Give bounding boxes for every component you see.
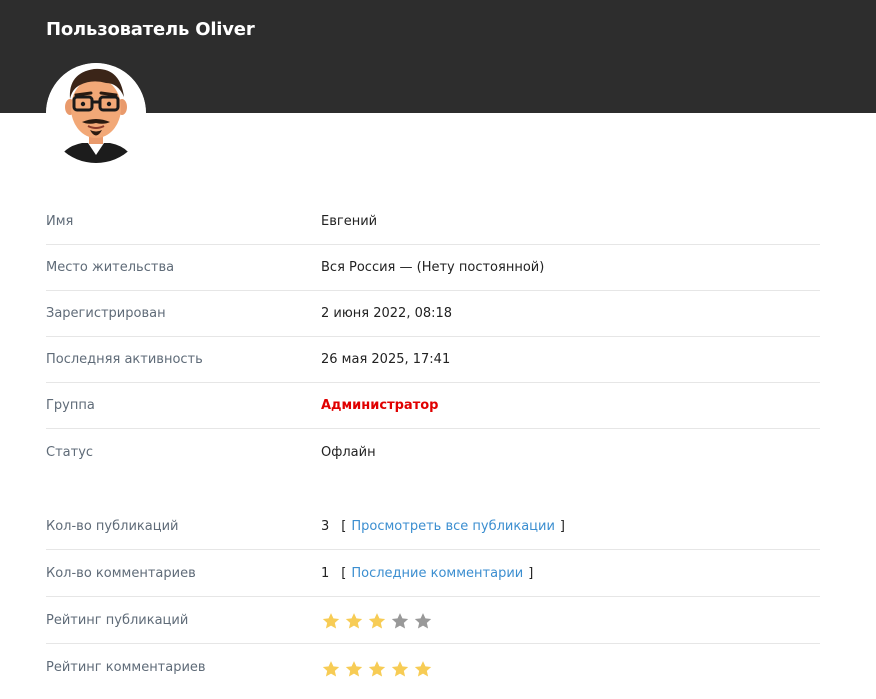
row-label: Группа (46, 398, 95, 413)
row-label: Последняя активность (46, 352, 203, 367)
star-icon (390, 659, 410, 679)
row-label: Рейтинг публикаций (46, 612, 189, 628)
row-label: Кол-во комментариев (46, 565, 196, 581)
row-value: 3 [ Просмотреть все публикации ] (321, 519, 565, 534)
row-value: Вся Россия — (Нету постоянной) (321, 260, 545, 275)
row-value: 2 июня 2022, 08:18 (321, 306, 453, 321)
stats-row-publication-rating: Рейтинг публикаций (46, 597, 820, 644)
row-value: 26 мая 2025, 17:41 (321, 352, 451, 367)
star-icon (321, 659, 341, 679)
latest-comments-link[interactable]: Последние комментарии (351, 566, 523, 581)
stats-row-comment-rating: Рейтинг комментариев (46, 644, 820, 691)
star-icon (367, 659, 387, 679)
profile-info-table: Имя Евгений Место жительства Вся Россия … (46, 199, 820, 475)
row-value: 1 [ Последние комментарии ] (321, 566, 533, 581)
star-icon (413, 659, 433, 679)
row-label: Статус (46, 444, 94, 460)
comments-count: 1 (321, 565, 330, 581)
profile-row-location: Место жительства Вся Россия — (Нету пост… (46, 245, 820, 291)
stats-row-comments: Кол-во комментариев 1 [ Последние коммен… (46, 550, 820, 597)
row-label: Место жительства (46, 260, 175, 275)
profile-row-name: Имя Евгений (46, 199, 820, 245)
profile-row-last-activity: Последняя активность 26 мая 2025, 17:41 (46, 337, 820, 383)
bracket-close: ] (528, 565, 534, 581)
stats-row-publications: Кол-во публикаций 3 [ Просмотреть все пу… (46, 503, 820, 550)
star-icon (344, 659, 364, 679)
row-label: Кол-во публикаций (46, 518, 179, 534)
star-icon (413, 611, 433, 631)
bracket-open: [ (341, 518, 347, 534)
bracket-open: [ (341, 565, 347, 581)
star-icon (344, 611, 364, 631)
bracket-close: ] (559, 518, 565, 534)
profile-row-status: Статус Офлайн (46, 429, 820, 475)
row-label: Рейтинг комментариев (46, 660, 206, 675)
publication-rating-stars (321, 611, 433, 631)
row-label: Имя (46, 214, 74, 229)
publications-count: 3 (321, 518, 330, 534)
star-icon (390, 611, 410, 631)
profile-row-registered: Зарегистрирован 2 июня 2022, 08:18 (46, 291, 820, 337)
star-icon (367, 611, 387, 631)
profile-row-group: Группа Администратор (46, 383, 820, 429)
row-label: Зарегистрирован (46, 306, 166, 321)
page-title: Пользователь Oliver (46, 19, 255, 40)
stats-table: Кол-во публикаций 3 [ Просмотреть все пу… (46, 503, 820, 691)
avatar-icon (46, 63, 146, 163)
row-value: Евгений (321, 214, 378, 229)
avatar (46, 63, 146, 163)
view-all-publications-link[interactable]: Просмотреть все публикации (351, 519, 555, 534)
group-value: Администратор (321, 398, 439, 413)
user-profile-page: Пользователь Oliver Имя Евгений Место жи… (0, 0, 876, 699)
comment-rating-stars (321, 659, 433, 679)
status-value: Офлайн (321, 444, 376, 460)
star-icon (321, 611, 341, 631)
